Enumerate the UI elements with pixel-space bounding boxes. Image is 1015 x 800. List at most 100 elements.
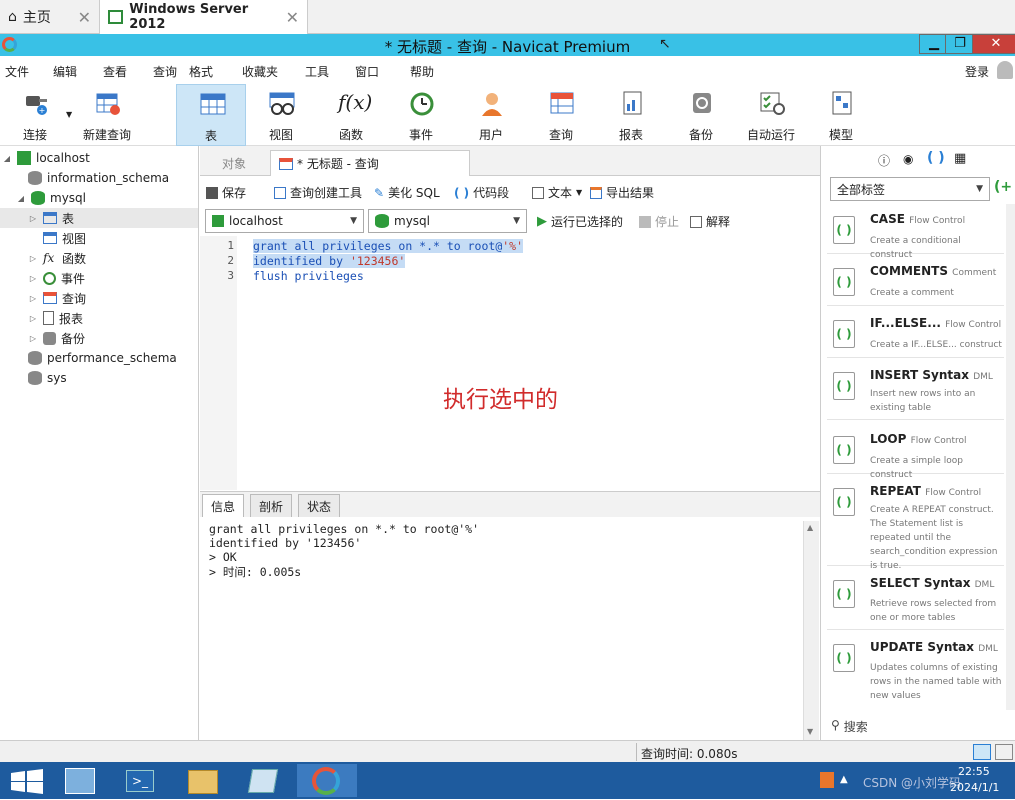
menu-file[interactable]: 文件 [5, 63, 29, 80]
tab-home[interactable]: ⌂ 主页 ✕ [0, 0, 100, 34]
notepad-button[interactable] [238, 764, 293, 797]
expand-arrow-icon[interactable]: ▷ [28, 254, 38, 263]
snippet-item[interactable]: ( ) CASE Flow Control Create a condition… [827, 204, 1004, 260]
menu-help[interactable]: 帮助 [410, 63, 434, 80]
grid-icon[interactable]: ▦ [954, 151, 966, 166]
tray-app-icon[interactable] [820, 772, 834, 788]
toolbar-connect-button[interactable]: + ▼ 连接 [0, 84, 72, 146]
code-token: identified by [253, 254, 350, 268]
tree-item-queries[interactable]: ▷ 查询 [28, 288, 86, 308]
tab-profile[interactable]: 剖析 [250, 494, 293, 518]
toolbar-user-button[interactable]: 用户 [456, 84, 526, 146]
toolbar-event-button[interactable]: 事件 [386, 84, 456, 146]
tree-db-mysql[interactable]: ◢ mysql [16, 188, 86, 208]
tree-item-views[interactable]: 视图 [43, 228, 86, 248]
add-snippet-icon[interactable]: (+ [994, 179, 1012, 195]
tree-item-reports[interactable]: ▷ 报表 [28, 308, 83, 328]
collapse-arrow-icon[interactable]: ◢ [16, 194, 26, 203]
expand-arrow-icon[interactable]: ▷ [28, 334, 38, 343]
close-icon[interactable]: ✕ [286, 8, 299, 27]
line-number: 1 [227, 239, 234, 252]
toolbar-table-button[interactable]: 表 [176, 84, 246, 146]
collapse-arrow-icon[interactable]: ◢ [2, 154, 12, 163]
tab-status[interactable]: 状态 [298, 494, 341, 518]
toolbar-view-label: 视图 [268, 128, 293, 142]
toolbar-function-button[interactable]: f(x) 函数 [316, 84, 386, 146]
close-button[interactable]: ✕ [972, 34, 1015, 54]
snippet-item[interactable]: ( ) IF...ELSE... Flow Control Create a I… [827, 308, 1004, 358]
snippet-item[interactable]: ( ) SELECT Syntax DML Retrieve rows sele… [827, 568, 1004, 630]
menu-edit[interactable]: 编辑 [53, 63, 77, 80]
sql-editor[interactable]: grant all privileges on *.* to root@'%' … [237, 236, 820, 490]
scroll-down-icon[interactable]: ▼ [807, 727, 813, 736]
expand-arrow-icon[interactable]: ▷ [28, 294, 38, 303]
toolbar-report-button[interactable]: 报表 [596, 84, 666, 146]
tray-chevron-icon[interactable]: ▲ [840, 774, 848, 785]
tree-item-events[interactable]: ▷ 事件 [28, 268, 85, 288]
tab-untitled-query[interactable]: * 无标题 - 查询 [270, 150, 470, 176]
snippet-item[interactable]: ( ) UPDATE Syntax DML Updates columns of… [827, 632, 1004, 710]
beautify-sql-button[interactable]: ✎ 美化 SQL [374, 184, 440, 201]
expand-arrow-icon[interactable]: ▷ [28, 314, 38, 323]
tree-db-information-schema[interactable]: information_schema [28, 168, 169, 188]
run-selected-button[interactable]: ▶ 运行已选择的 [537, 213, 623, 230]
tab-objects[interactable]: 对象 [214, 150, 254, 176]
save-button[interactable]: 保存 [206, 184, 246, 201]
database-select-value: mysql [394, 214, 430, 228]
tree-connection-localhost[interactable]: ◢ localhost [2, 148, 90, 168]
close-icon[interactable]: ✕ [78, 8, 91, 27]
login-button[interactable]: 登录 [965, 63, 989, 80]
scroll-up-icon[interactable]: ▲ [807, 523, 813, 532]
menu-favorites[interactable]: 收藏夹 [242, 63, 278, 80]
snippet-item[interactable]: ( ) LOOP Flow Control Create a simple lo… [827, 424, 1004, 480]
menu-query[interactable]: 查询 [153, 63, 177, 80]
play-icon: ▶ [537, 214, 547, 229]
powershell-button[interactable]: >_ [114, 764, 169, 797]
tree-item-tables[interactable]: ▷ 表 [0, 208, 198, 228]
query-builder-button[interactable]: 查询创建工具 [274, 184, 362, 201]
info-icon[interactable]: ⓘ [878, 152, 890, 169]
toolbar-backup-button[interactable]: 备份 [666, 84, 736, 146]
maximize-button[interactable]: ❐ [945, 34, 975, 54]
menu-format[interactable]: 格式 [189, 63, 213, 80]
menu-view[interactable]: 查看 [103, 63, 127, 80]
connection-select[interactable]: localhost ▼ [205, 209, 364, 233]
tree-db-sys[interactable]: sys [28, 368, 67, 388]
snippet-item[interactable]: ( ) REPEAT Flow Control Create A REPEAT … [827, 476, 1004, 571]
tree-item-backups[interactable]: ▷ 备份 [28, 328, 85, 348]
snippet-item[interactable]: ( ) INSERT Syntax DML Insert new rows in… [827, 360, 1004, 420]
tree-item-functions[interactable]: ▷ fx 函数 [28, 248, 86, 268]
toolbar-model-button[interactable]: 模型 [806, 84, 876, 146]
snippet-filter-select[interactable]: 全部标签 ▼ [830, 177, 990, 201]
layout-icon[interactable] [973, 744, 991, 760]
ddl-icon[interactable]: ◉ [903, 152, 913, 166]
toolbar-new-query-button[interactable]: 新建查询 [72, 84, 142, 146]
menu-tools[interactable]: 工具 [305, 63, 329, 80]
snippet-icon[interactable]: ( ) [927, 150, 945, 166]
export-results-button[interactable]: 导出结果 [590, 184, 654, 201]
tab-windows-server[interactable]: Windows Server 2012 ✕ [100, 0, 308, 34]
snippet-scrollbar[interactable] [1006, 204, 1015, 710]
explorer-button[interactable] [174, 764, 229, 797]
navicat-taskbar-button[interactable] [297, 764, 357, 797]
menu-window[interactable]: 窗口 [355, 63, 379, 80]
expand-arrow-icon[interactable]: ▷ [28, 214, 38, 223]
toolbar-schedule-button[interactable]: 自动运行 [736, 84, 806, 146]
tab-message[interactable]: 信息 [202, 494, 245, 518]
start-button[interactable] [0, 764, 55, 797]
database-select[interactable]: mysql ▼ [368, 209, 527, 233]
snippet-item[interactable]: ( ) COMMENTS Comment Create a comment [827, 256, 1004, 306]
toolbar-query-button[interactable]: 查询 [526, 84, 596, 146]
snippet-search-input[interactable]: ⚲ 搜索 [831, 718, 868, 735]
text-menu-button[interactable]: 文本 ▼ [532, 184, 582, 201]
code-snippet-button[interactable]: ( ) 代码段 [454, 184, 509, 201]
tree-db-performance-schema[interactable]: performance_schema [28, 348, 177, 368]
toolbar-view-button[interactable]: 视图 [246, 84, 316, 146]
explain-button[interactable]: 解释 [690, 213, 730, 230]
avatar-icon[interactable] [997, 61, 1013, 79]
stop-button[interactable]: 停止 [639, 213, 679, 230]
layout-icon[interactable] [995, 744, 1013, 760]
server-manager-button[interactable] [57, 764, 112, 797]
message-scrollbar[interactable]: ▲ ▼ [803, 521, 819, 740]
expand-arrow-icon[interactable]: ▷ [28, 274, 38, 283]
